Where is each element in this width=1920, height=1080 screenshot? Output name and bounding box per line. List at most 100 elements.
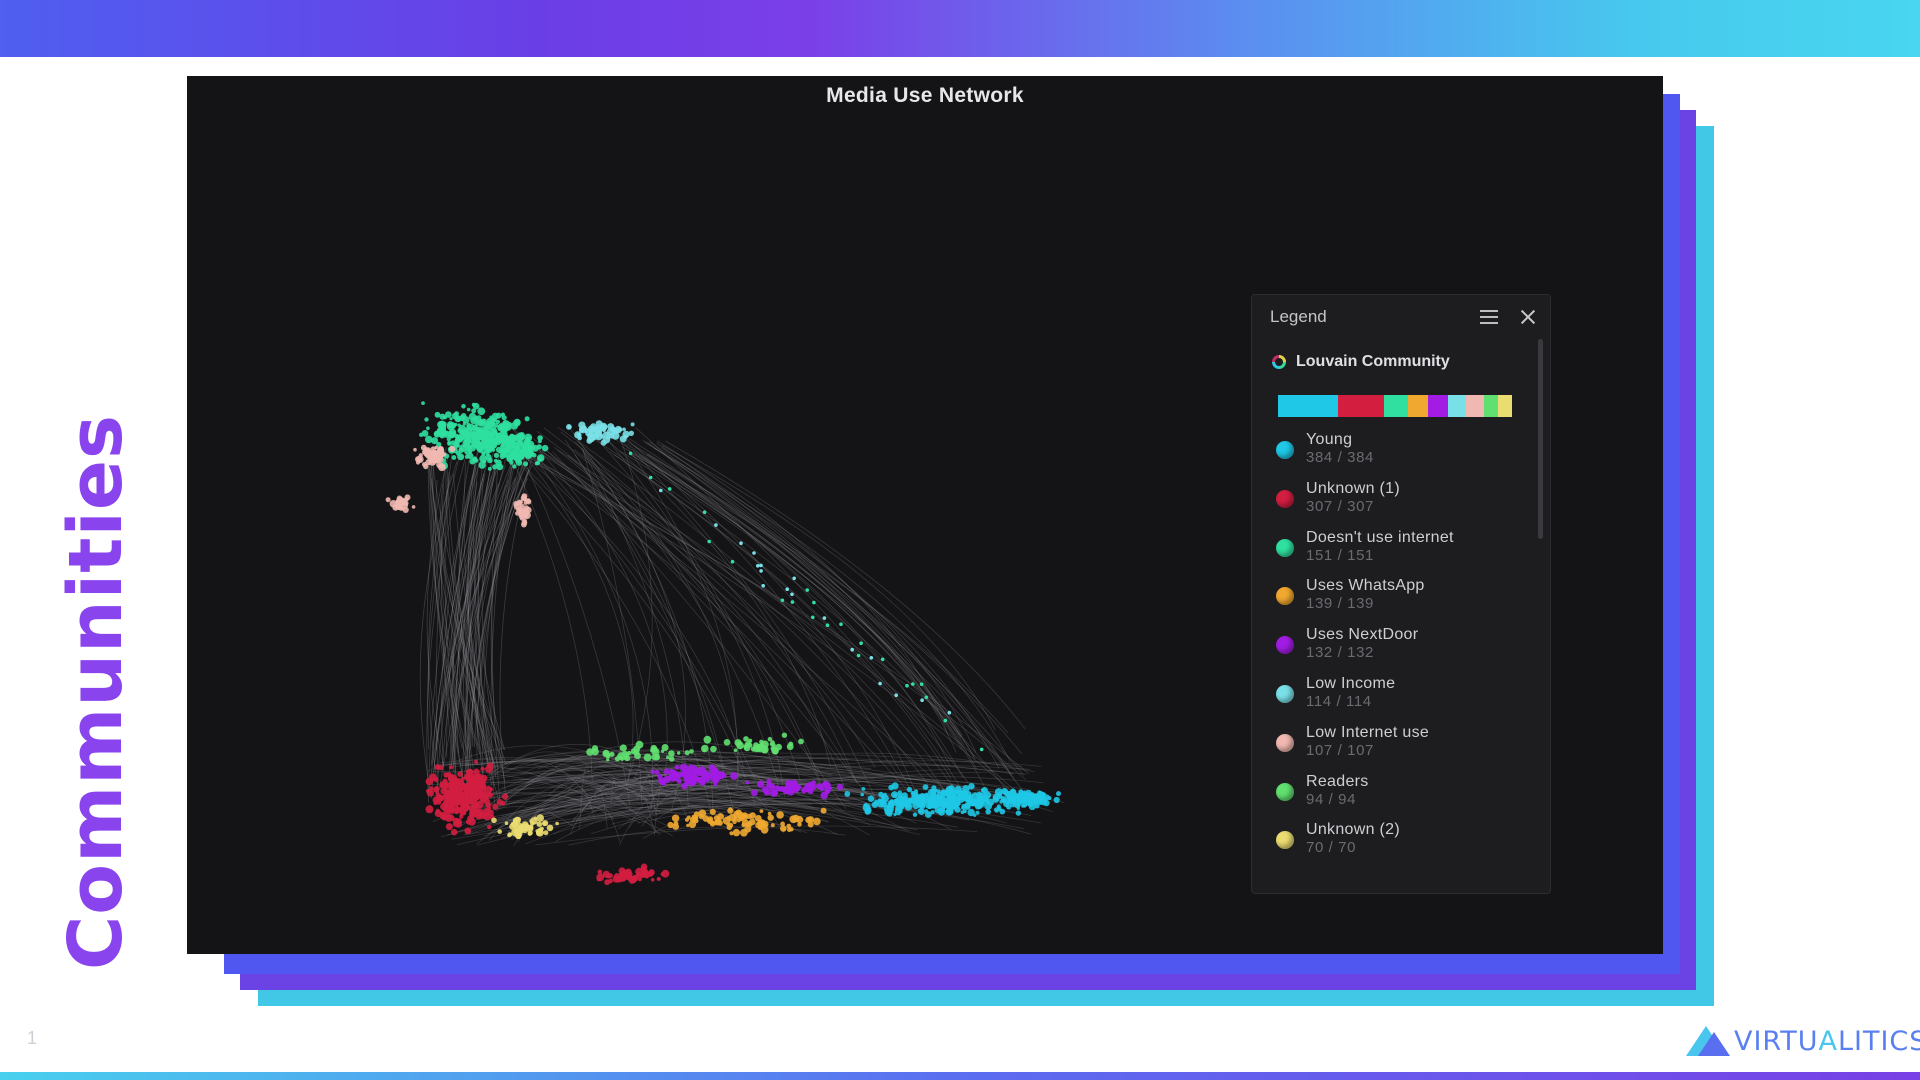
network-node bbox=[466, 426, 473, 434]
legend-item[interactable]: Uses NextDoor 132 / 132 bbox=[1252, 626, 1550, 675]
legend-item[interactable]: Unknown (1) 307 / 307 bbox=[1252, 480, 1550, 529]
legend-panel[interactable]: Legend Louvain Community Young 384 / 384 U… bbox=[1251, 294, 1551, 894]
network-node bbox=[628, 877, 635, 884]
network-edge bbox=[622, 437, 964, 778]
network-node bbox=[918, 799, 922, 804]
network-node bbox=[460, 413, 467, 419]
network-node bbox=[504, 821, 509, 825]
network-node bbox=[521, 445, 527, 450]
legend-color-dot bbox=[1276, 831, 1294, 850]
network-visualization-panel[interactable]: Media Use Network Legend Louvain Communi… bbox=[187, 76, 1663, 954]
network-node bbox=[709, 808, 716, 816]
legend-color-dot bbox=[1276, 489, 1294, 508]
network-node bbox=[449, 445, 456, 453]
network-node bbox=[502, 793, 509, 800]
legend-item[interactable]: Unknown (2) 70 / 70 bbox=[1252, 821, 1550, 870]
network-node bbox=[670, 776, 676, 782]
network-node bbox=[693, 778, 697, 782]
network-node bbox=[856, 653, 861, 658]
slide-side-title: Communities bbox=[53, 413, 139, 970]
network-node bbox=[516, 446, 520, 450]
network-node bbox=[871, 801, 879, 808]
network-node bbox=[768, 783, 776, 791]
network-node bbox=[880, 800, 888, 808]
network-node bbox=[931, 802, 938, 809]
network-node bbox=[975, 810, 980, 815]
legend-item-name: Uses NextDoor bbox=[1306, 626, 1419, 644]
network-edge bbox=[628, 438, 1024, 776]
network-node bbox=[499, 453, 506, 460]
network-node bbox=[432, 796, 439, 804]
hamburger-menu-icon[interactable] bbox=[1480, 310, 1498, 324]
network-node bbox=[496, 799, 503, 806]
network-node bbox=[539, 826, 544, 831]
network-node bbox=[654, 769, 660, 775]
network-node bbox=[919, 682, 924, 686]
network-node bbox=[520, 504, 525, 509]
legend-item[interactable]: Low Income 114 / 114 bbox=[1252, 675, 1550, 724]
network-node bbox=[711, 775, 720, 784]
network-node bbox=[394, 503, 402, 510]
network-node bbox=[701, 744, 709, 753]
color-strip-segment bbox=[1428, 395, 1448, 417]
network-node bbox=[628, 451, 633, 456]
network-node bbox=[512, 464, 517, 469]
network-node bbox=[612, 427, 616, 431]
network-node bbox=[693, 770, 698, 776]
legend-item[interactable]: Doesn't use internet 151 / 151 bbox=[1252, 529, 1550, 578]
network-node bbox=[739, 541, 743, 545]
network-node bbox=[730, 559, 735, 564]
network-node bbox=[439, 811, 447, 820]
network-node bbox=[491, 817, 497, 824]
brand-wordmark: VIRTUALITICS bbox=[1734, 1025, 1920, 1057]
network-node bbox=[907, 799, 912, 805]
network-node bbox=[432, 450, 438, 456]
network-node bbox=[825, 623, 830, 627]
network-node bbox=[628, 874, 633, 878]
legend-item[interactable]: Young 384 / 384 bbox=[1252, 431, 1550, 480]
network-node bbox=[702, 510, 707, 514]
network-node bbox=[781, 732, 788, 738]
network-node bbox=[479, 433, 488, 442]
legend-scrollbar[interactable] bbox=[1538, 339, 1543, 539]
legend-item-name: Young bbox=[1306, 431, 1353, 448]
network-node bbox=[798, 738, 804, 745]
network-node bbox=[448, 432, 452, 437]
network-node bbox=[475, 773, 481, 779]
network-node bbox=[436, 786, 440, 791]
legend-attribute[interactable]: Louvain Community bbox=[1252, 339, 1550, 375]
network-node bbox=[772, 749, 779, 755]
network-node bbox=[602, 435, 611, 444]
network-node bbox=[614, 425, 622, 434]
network-node bbox=[454, 422, 458, 427]
network-node bbox=[776, 811, 784, 819]
network-node bbox=[634, 752, 641, 760]
network-node bbox=[464, 454, 470, 459]
legend-item-name: Doesn't use internet bbox=[1306, 528, 1454, 546]
network-node bbox=[912, 812, 918, 817]
network-node bbox=[492, 464, 498, 470]
network-node bbox=[732, 828, 741, 837]
network-node bbox=[733, 748, 738, 752]
legend-item[interactable]: Uses WhatsApp 139 / 139 bbox=[1252, 577, 1550, 626]
network-node bbox=[1053, 796, 1060, 804]
bottom-gradient-band bbox=[0, 1072, 1920, 1080]
network-edges bbox=[419, 426, 1065, 846]
network-node bbox=[435, 790, 440, 795]
network-node bbox=[774, 785, 781, 791]
network-edge bbox=[573, 449, 929, 786]
legend-item[interactable]: Readers 94 / 94 bbox=[1252, 773, 1550, 822]
triangle-logo-icon bbox=[1686, 1026, 1730, 1056]
network-node bbox=[455, 451, 461, 456]
network-edge bbox=[520, 451, 634, 780]
legend-item[interactable]: Low Internet use 107 / 107 bbox=[1252, 724, 1550, 773]
close-icon[interactable] bbox=[1520, 309, 1536, 325]
network-node bbox=[767, 736, 773, 742]
network-node bbox=[411, 505, 416, 509]
network-node bbox=[686, 823, 690, 828]
network-node bbox=[922, 784, 929, 790]
network-node bbox=[980, 788, 986, 793]
network-node bbox=[953, 798, 961, 806]
network-node bbox=[487, 824, 492, 830]
network-node bbox=[820, 783, 825, 788]
